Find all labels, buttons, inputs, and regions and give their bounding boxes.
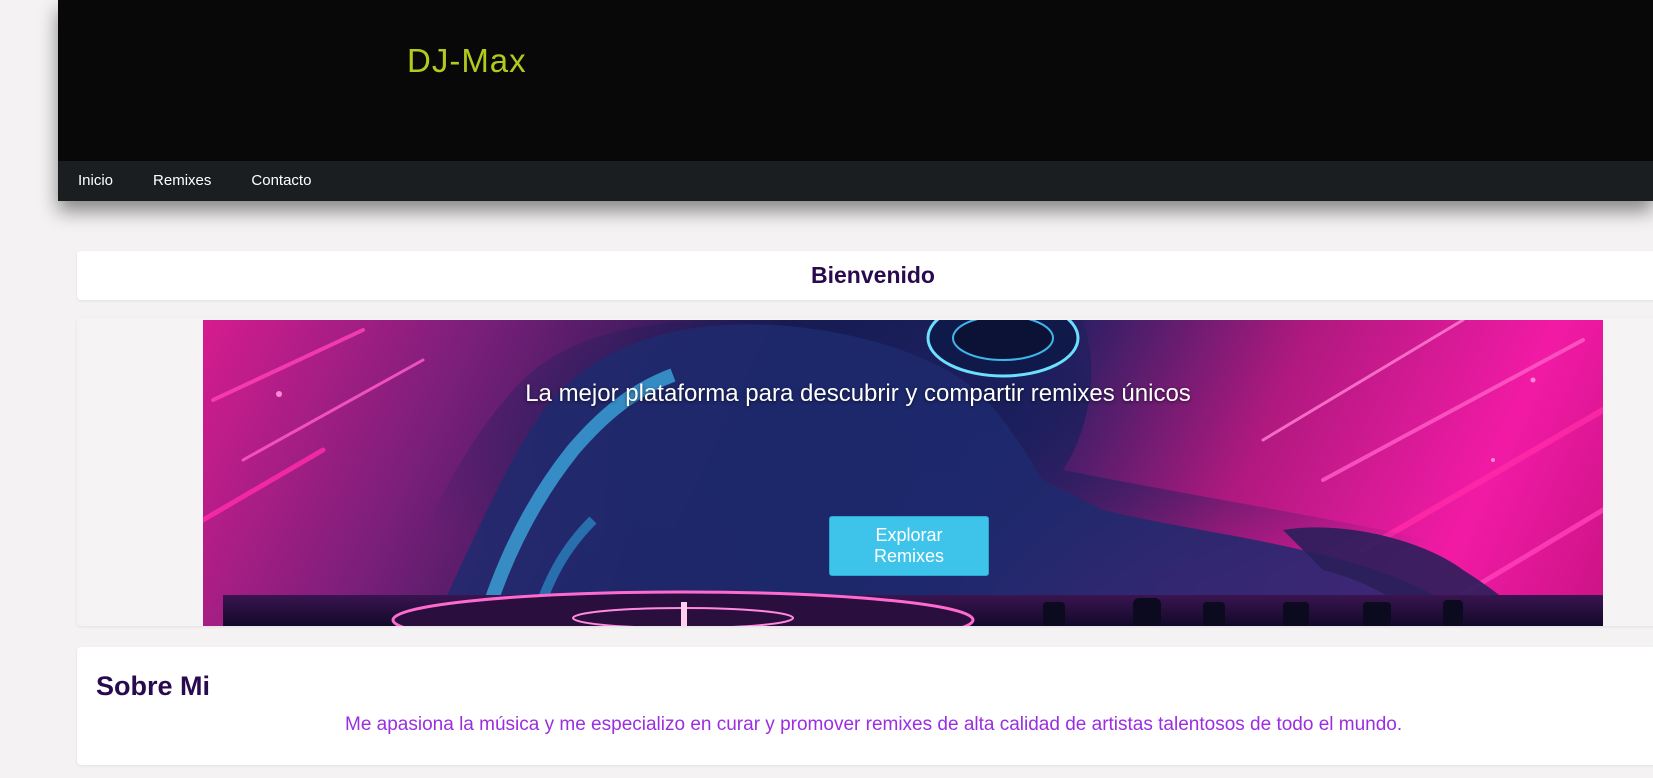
- nav-link-remixes[interactable]: Remixes: [133, 161, 231, 201]
- nav-link-contacto[interactable]: Contacto: [231, 161, 331, 201]
- about-card: Sobre Mi Me apasiona la música y me espe…: [77, 647, 1653, 765]
- about-text: Me apasiona la música y me especializo e…: [345, 714, 1403, 735]
- site-logo-text[interactable]: DJ-Max: [407, 42, 527, 80]
- page: DJ-Max Inicio Remixes Contacto Bienvenid…: [0, 0, 1653, 778]
- explore-remixes-button[interactable]: Explorar Remixes: [829, 516, 989, 576]
- welcome-title: Bienvenido: [811, 262, 935, 288]
- dj-illustration: [203, 320, 1603, 626]
- welcome-card: Bienvenido: [77, 251, 1653, 300]
- hero-tagline: La mejor plataforma para descubrir y com…: [525, 380, 1191, 407]
- site-header: DJ-Max Inicio Remixes Contacto: [58, 0, 1653, 201]
- nav-link-inicio[interactable]: Inicio: [58, 161, 133, 201]
- hero-banner-image: La mejor plataforma para descubrir y com…: [203, 320, 1603, 626]
- hero-card: La mejor plataforma para descubrir y com…: [77, 318, 1653, 626]
- main-navbar: Inicio Remixes Contacto: [58, 161, 1653, 201]
- about-title: Sobre Mi: [96, 671, 211, 701]
